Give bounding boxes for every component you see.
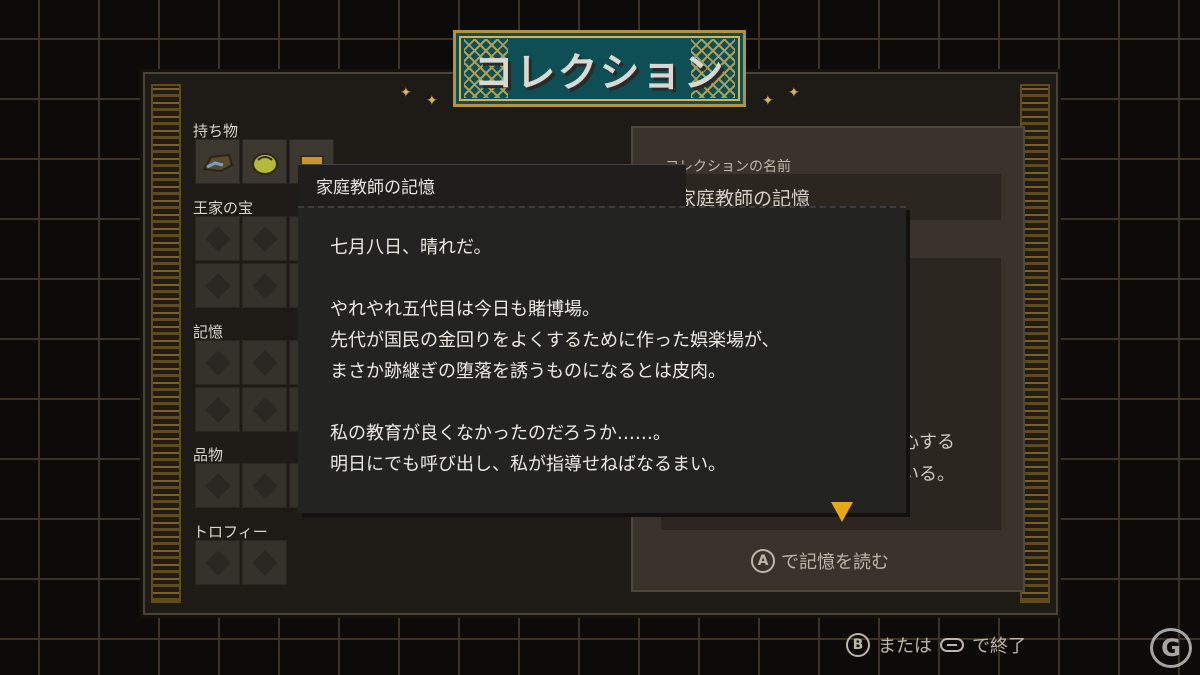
b-button-icon: B <box>846 633 870 657</box>
empty-slot[interactable] <box>242 340 287 385</box>
section-label-memories: 記憶 <box>193 323 224 341</box>
item-slot[interactable] <box>195 139 240 184</box>
memory-popup-title: 家庭教師の記憶 <box>298 164 686 206</box>
memory-text: 七月八日、晴れだ。 やれやれ五代目は今日も賭博場。 先代が国民の金回りをよくする… <box>330 232 780 480</box>
memory-title-text: 家庭教師の記憶 <box>316 178 435 198</box>
watermark-logo-icon: G <box>1150 628 1192 668</box>
pot-icon <box>243 140 286 183</box>
memory-line-blank <box>330 387 780 418</box>
empty-slot[interactable] <box>242 263 287 308</box>
trophies-row <box>195 540 287 585</box>
exit-hint[interactable]: B または で終了 <box>846 632 1026 658</box>
minus-button-icon <box>940 638 964 652</box>
page-title: コレクション <box>473 49 726 96</box>
sparkle-icon: ✦ <box>788 85 800 101</box>
empty-slot[interactable] <box>195 340 240 385</box>
sparkle-icon: ✦ <box>426 93 438 109</box>
empty-slot[interactable] <box>195 463 240 508</box>
section-label-goods: 品物 <box>193 446 224 464</box>
empty-slot[interactable] <box>242 216 287 261</box>
sparkle-icon: ✦ <box>400 85 412 101</box>
read-memory-action[interactable]: A で記憶を読む <box>751 548 889 574</box>
memory-line: 明日にでも呼び出し、私が指導せねばなるまい。 <box>330 454 726 475</box>
section-label-trophies: トロフィー <box>193 523 268 541</box>
memory-line: 七月八日、晴れだ。 <box>330 237 492 258</box>
or-text: または <box>878 636 932 657</box>
memory-line: やれやれ五代目は今日も賭博場。 <box>330 299 600 320</box>
sparkle-icon: ✦ <box>762 93 774 109</box>
bag-icon <box>196 140 239 183</box>
empty-slot[interactable] <box>195 540 240 585</box>
empty-slot[interactable] <box>195 263 240 308</box>
empty-slot[interactable] <box>242 463 287 508</box>
section-label-belongings: 持ち物 <box>193 122 239 140</box>
memory-line: 私の教育が良くなかったのだろうか……。 <box>330 423 671 444</box>
read-memory-label: で記憶を読む <box>781 552 889 573</box>
a-button-icon: A <box>751 549 775 573</box>
memory-line: まさか跡継ぎの堕落を誘うものになるとは皮肉。 <box>330 361 726 382</box>
advance-arrow-icon[interactable] <box>831 502 853 522</box>
empty-slot[interactable] <box>242 387 287 432</box>
memory-line: 先代が国民の金回りをよくするために作った娯楽場が、 <box>330 330 780 351</box>
title-banner: コレクション <box>453 30 746 107</box>
empty-slot[interactable] <box>195 216 240 261</box>
empty-slot[interactable] <box>195 387 240 432</box>
memory-popup-body[interactable]: 七月八日、晴れだ。 やれやれ五代目は今日も賭博場。 先代が国民の金回りをよくする… <box>298 206 906 522</box>
memory-line-blank <box>330 263 780 294</box>
description-fragment: 心する <box>901 432 955 453</box>
item-slot[interactable] <box>242 139 287 184</box>
exit-text: で終了 <box>972 636 1026 657</box>
ornament-pillar-left <box>151 84 181 603</box>
section-label-royal-treasure: 王家の宝 <box>193 199 254 217</box>
empty-slot[interactable] <box>242 540 287 585</box>
